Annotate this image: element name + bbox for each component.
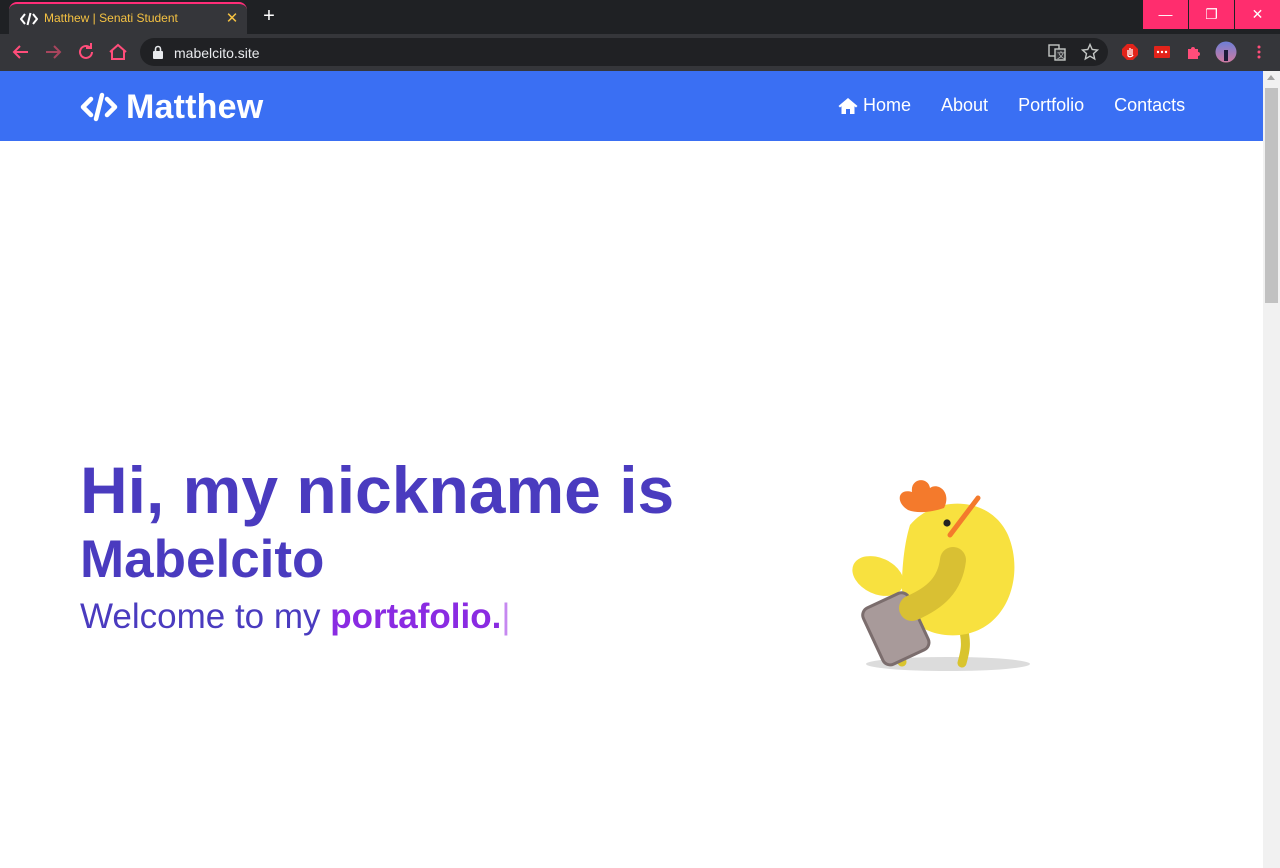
lock-icon bbox=[153, 45, 163, 59]
nav-link-contacts[interactable]: Contacts bbox=[1114, 95, 1185, 116]
typing-cursor: | bbox=[501, 597, 511, 636]
tab-close-icon[interactable]: ✕ bbox=[223, 10, 241, 28]
window-maximize-button[interactable]: ❐ bbox=[1189, 0, 1234, 29]
code-icon bbox=[20, 12, 38, 26]
home-icon[interactable] bbox=[107, 41, 129, 63]
hero-section: Hi, my nickname is Mabelcito Welcome to … bbox=[80, 450, 780, 642]
hero-heading: Hi, my nickname is bbox=[80, 453, 675, 527]
scroll-up-arrow-icon[interactable] bbox=[1267, 75, 1275, 80]
chick-illustration bbox=[852, 480, 1030, 671]
new-tab-button[interactable]: + bbox=[258, 6, 280, 28]
reload-icon[interactable] bbox=[75, 41, 97, 63]
nav-link-portfolio[interactable]: Portfolio bbox=[1018, 95, 1084, 116]
page-scrollbar[interactable] bbox=[1263, 71, 1280, 868]
browser-tabstrip: Matthew | Senati Student ✕ + — ❐ ✕ bbox=[0, 0, 1280, 34]
tab-title: Matthew | Senati Student bbox=[44, 11, 178, 25]
nav-links: Home About Portfolio Contacts bbox=[838, 95, 1185, 116]
nav-link-home[interactable]: Home bbox=[838, 95, 911, 116]
code-icon bbox=[80, 92, 118, 122]
translate-icon[interactable]: 文 bbox=[1048, 43, 1066, 61]
nav-link-label: Portfolio bbox=[1018, 95, 1085, 115]
profile-avatar[interactable] bbox=[1215, 41, 1237, 63]
adblock-icon[interactable] bbox=[1121, 43, 1139, 61]
extension-red-icon[interactable] bbox=[1153, 43, 1171, 61]
scrollbar-thumb[interactable] bbox=[1265, 88, 1278, 303]
nav-link-label: Home bbox=[863, 95, 912, 115]
brand-name: Matthew bbox=[126, 87, 264, 126]
menu-dots-icon[interactable] bbox=[1250, 43, 1268, 61]
nav-link-about[interactable]: About bbox=[941, 95, 988, 116]
forward-icon[interactable] bbox=[42, 41, 64, 63]
browser-toolbar: mabelcito.site 文 bbox=[0, 34, 1280, 71]
hero-typed-word: portafolio. bbox=[330, 597, 502, 636]
site-navbar: Matthew Home About Portfolio Contacts bbox=[0, 71, 1263, 141]
star-icon[interactable] bbox=[1081, 43, 1099, 61]
home-icon bbox=[838, 97, 858, 114]
svg-text:文: 文 bbox=[1057, 50, 1065, 60]
window-minimize-button[interactable]: — bbox=[1143, 0, 1188, 29]
puzzle-icon[interactable] bbox=[1185, 43, 1203, 61]
hero-welcome-prefix: Welcome to my bbox=[80, 597, 331, 636]
hero-welcome: Welcome to my portafolio.| bbox=[80, 592, 780, 642]
address-bar[interactable]: mabelcito.site 文 bbox=[140, 38, 1108, 66]
hero-nickname: Mabelcito bbox=[80, 530, 325, 589]
url-text: mabelcito.site bbox=[174, 45, 260, 61]
nav-link-label: About bbox=[941, 95, 989, 115]
browser-tab[interactable]: Matthew | Senati Student ✕ bbox=[9, 2, 247, 34]
back-icon[interactable] bbox=[10, 41, 32, 63]
window-close-button[interactable]: ✕ bbox=[1235, 0, 1280, 29]
nav-link-label: Contacts bbox=[1114, 95, 1186, 115]
brand-logo[interactable]: Matthew bbox=[80, 87, 263, 127]
